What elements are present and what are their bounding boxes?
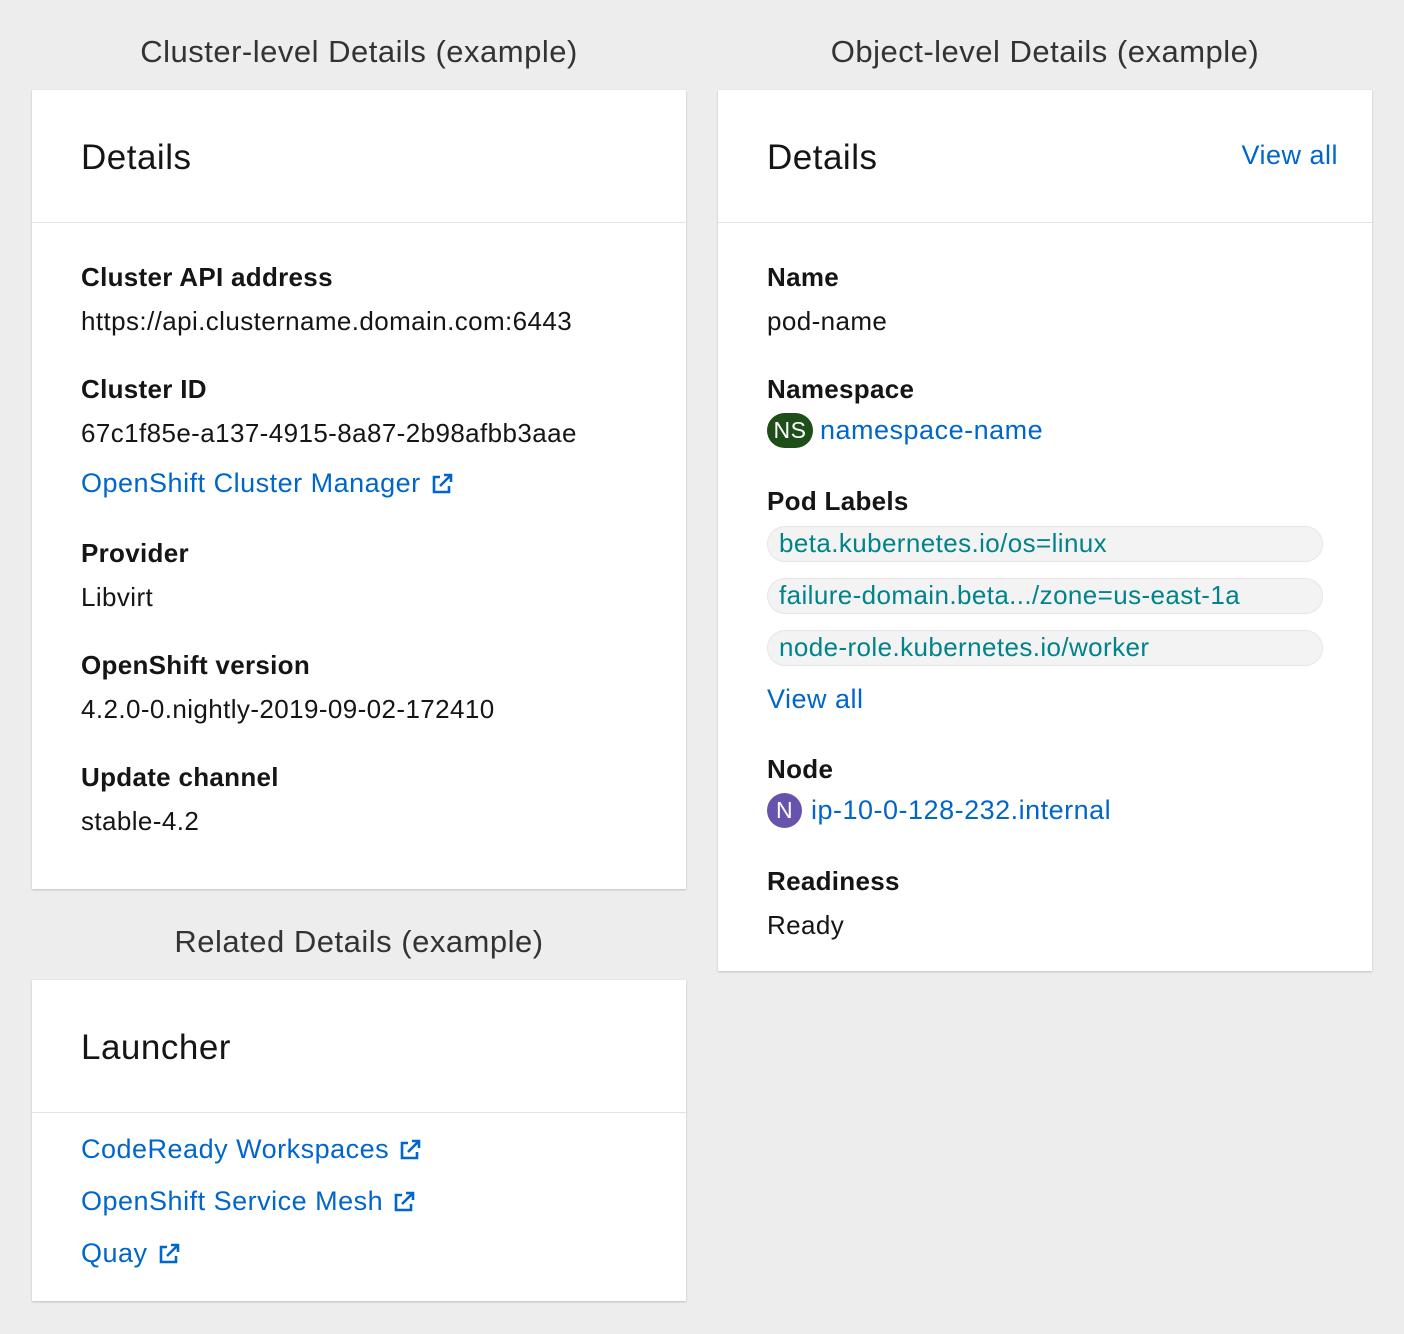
link-label: CodeReady Workspaces	[81, 1134, 390, 1164]
card-title: Launcher	[81, 1028, 231, 1067]
view-all-link[interactable]: View all	[1241, 140, 1338, 171]
provider-value: Libvirt	[81, 582, 154, 612]
launcher-card: Launcher CodeReady Workspaces OpenShift …	[32, 980, 686, 1301]
link-label: OpenShift Cluster Manager	[81, 468, 421, 498]
update-channel-value: stable-4.2	[81, 806, 200, 836]
cluster-caption: Cluster-level Details (example)	[140, 34, 578, 69]
codeready-workspaces-link[interactable]: CodeReady Workspaces	[81, 1134, 422, 1165]
object-caption: Object-level Details (example)	[830, 34, 1260, 69]
openshift-version-label: OpenShift version	[81, 650, 311, 680]
card-title: Details	[81, 138, 192, 177]
cluster-id-value: 67c1f85e-a137-4915-8a87-2b98afbb3aae	[81, 418, 577, 448]
card-title: Details	[767, 138, 878, 177]
node-link-label: ip-10-0-128-232.internal	[811, 795, 1112, 825]
object-details-card: Details View all Name pod-name Namespace…	[718, 90, 1372, 971]
readiness-label: Readiness	[767, 866, 900, 896]
update-channel-label: Update channel	[81, 762, 279, 792]
cluster-api-label: Cluster API address	[81, 262, 333, 292]
pod-label-chip[interactable]: beta.kubernetes.io/os=linux	[767, 526, 1323, 562]
card-header: Details View all	[718, 90, 1372, 223]
openshift-version-value: 4.2.0-0.nightly-2019-09-02-172410	[81, 694, 495, 724]
related-caption: Related Details (example)	[174, 924, 544, 959]
card-header: Launcher	[32, 980, 686, 1113]
card-header: Details	[32, 90, 686, 223]
external-link-icon	[432, 473, 452, 493]
node-link[interactable]: N ip-10-0-128-232.internal	[767, 793, 1111, 828]
openshift-service-mesh-link[interactable]: OpenShift Service Mesh	[81, 1186, 416, 1217]
external-link-icon	[400, 1139, 421, 1159]
name-label: Name	[767, 262, 840, 292]
link-label: OpenShift Service Mesh	[81, 1186, 384, 1216]
external-link-icon	[159, 1243, 179, 1263]
namespace-label: Namespace	[767, 374, 915, 404]
cluster-details-card: Details Cluster API address https://api.…	[32, 90, 686, 889]
external-link-icon	[394, 1191, 415, 1211]
namespace-badge: NS	[767, 413, 813, 448]
quay-link[interactable]: Quay	[81, 1238, 181, 1269]
node-badge: N	[767, 793, 802, 828]
namespace-link[interactable]: NS namespace-name	[767, 413, 1043, 448]
provider-label: Provider	[81, 538, 189, 568]
pod-label-chip[interactable]: node-role.kubernetes.io/worker	[767, 630, 1323, 666]
openshift-cluster-manager-link[interactable]: OpenShift Cluster Manager	[81, 468, 454, 499]
readiness-value: Ready	[767, 910, 845, 940]
pod-label-chip[interactable]: failure-domain.beta.../zone=us-east-1a	[767, 578, 1323, 614]
cluster-api-value: https://api.clustername.domain.com:6443	[81, 306, 573, 336]
cluster-id-label: Cluster ID	[81, 374, 207, 404]
pod-labels-view-all-link[interactable]: View all	[767, 684, 864, 715]
pod-labels-label: Pod Labels	[767, 486, 909, 516]
node-label: Node	[767, 754, 834, 784]
name-value: pod-name	[767, 306, 888, 336]
link-label: Quay	[81, 1238, 148, 1268]
namespace-link-label: namespace-name	[820, 415, 1044, 445]
